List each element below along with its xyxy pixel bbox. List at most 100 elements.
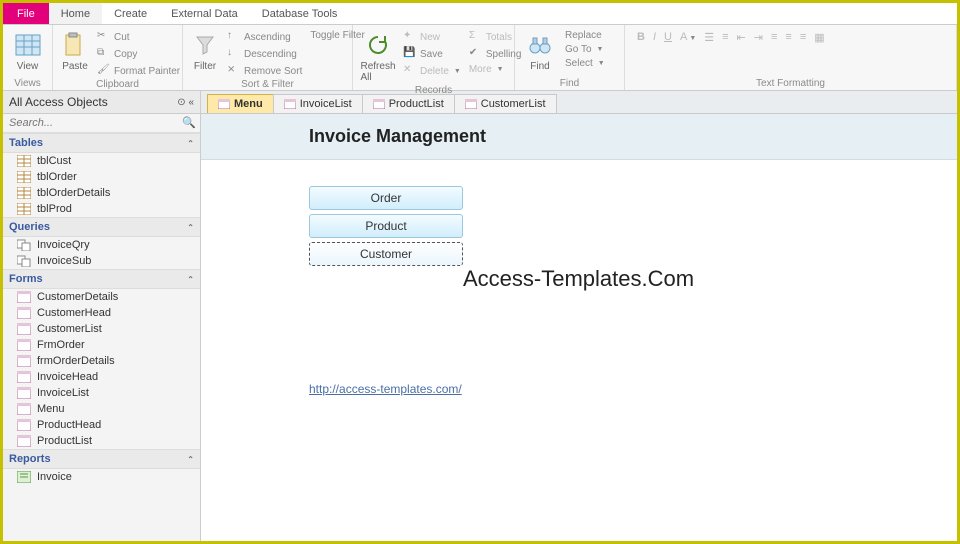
- paste-icon: [61, 31, 89, 59]
- save-record-button[interactable]: 💾Save: [401, 46, 463, 62]
- file-tab[interactable]: File: [3, 3, 49, 24]
- align-left-button[interactable]: ≡: [771, 31, 777, 43]
- save-icon: 💾: [403, 47, 417, 61]
- totals-icon: Σ: [469, 30, 483, 44]
- form-body: Order Product Customer: [201, 160, 957, 266]
- ribbon-group-text-formatting: B I U A▼ ☰ ≡ ⇤ ⇥ ≡ ≡ ≡ ▦ Text Formatting: [625, 25, 957, 90]
- nav-item[interactable]: CustomerHead: [3, 305, 200, 321]
- nav-header[interactable]: All Access Objects ⊙ «: [3, 91, 200, 114]
- format-painter-label: Format Painter: [114, 66, 180, 77]
- nav-item[interactable]: Invoice: [3, 469, 200, 485]
- nav-item[interactable]: InvoiceHead: [3, 369, 200, 385]
- sort-desc-icon: ↓: [227, 47, 241, 61]
- copy-button[interactable]: ⧉Copy: [95, 46, 182, 62]
- bold-button[interactable]: B: [637, 31, 645, 43]
- new-record-button[interactable]: ✦New: [401, 29, 463, 45]
- ascending-button[interactable]: ↑Ascending: [225, 29, 304, 45]
- totals-label: Totals: [486, 32, 512, 43]
- filter-button[interactable]: Filter: [189, 29, 221, 74]
- chevron-up-icon: ⌃: [187, 223, 194, 232]
- menu-create[interactable]: Create: [102, 3, 159, 24]
- new-label: New: [420, 32, 440, 43]
- tab-invoicelist[interactable]: InvoiceList: [273, 94, 363, 113]
- nav-item[interactable]: InvoiceQry: [3, 237, 200, 253]
- align-right-button[interactable]: ≡: [800, 31, 806, 43]
- find-button[interactable]: Find: [521, 29, 559, 74]
- nav-item-label: tblProd: [37, 203, 72, 215]
- italic-button[interactable]: I: [653, 31, 656, 43]
- watermark-text: Access-Templates.Com: [463, 266, 694, 292]
- remove-sort-icon: ⨯: [227, 64, 241, 78]
- delete-label: Delete: [420, 66, 449, 77]
- nav-collapse-icon[interactable]: ⊙ «: [177, 97, 194, 108]
- object-icon: [17, 291, 31, 303]
- nav-item[interactable]: frmOrderDetails: [3, 353, 200, 369]
- replace-button[interactable]: Replace: [563, 29, 607, 42]
- nav-item[interactable]: ProductHead: [3, 417, 200, 433]
- nav-item[interactable]: InvoiceSub: [3, 253, 200, 269]
- view-button[interactable]: View: [9, 29, 46, 74]
- nav-item[interactable]: ProductList: [3, 433, 200, 449]
- nav-item-label: Menu: [37, 403, 65, 415]
- select-label: Select: [565, 58, 593, 69]
- refresh-icon: [364, 31, 392, 59]
- nav-title: All Access Objects: [9, 95, 108, 109]
- nav-item[interactable]: InvoiceList: [3, 385, 200, 401]
- indent-increase-button[interactable]: ⇥: [754, 31, 763, 44]
- refresh-all-button[interactable]: Refresh All: [359, 29, 397, 85]
- object-icon: [17, 239, 31, 251]
- nav-item-label: ProductHead: [37, 419, 101, 431]
- menu-home[interactable]: Home: [49, 3, 102, 24]
- search-icon[interactable]: 🔍: [182, 116, 196, 129]
- refresh-label: Refresh All: [361, 61, 396, 83]
- nav-section-tables[interactable]: Tables⌃: [3, 133, 200, 153]
- copy-icon: ⧉: [97, 47, 111, 61]
- delete-record-button[interactable]: ✕Delete▼: [401, 63, 463, 79]
- more-label: More: [469, 64, 492, 75]
- nav-section-forms[interactable]: Forms⌃: [3, 269, 200, 289]
- order-button[interactable]: Order: [309, 186, 463, 210]
- group-label-clipboard: Clipboard: [59, 79, 176, 91]
- chevron-up-icon: ⌃: [187, 139, 194, 148]
- search-input[interactable]: [3, 114, 200, 132]
- nav-item[interactable]: tblCust: [3, 153, 200, 169]
- select-button[interactable]: Select▼: [563, 57, 607, 70]
- nav-item[interactable]: Menu: [3, 401, 200, 417]
- nav-section-reports[interactable]: Reports⌃: [3, 449, 200, 469]
- tab-menu[interactable]: Menu: [207, 94, 274, 113]
- menu-database-tools[interactable]: Database Tools: [250, 3, 350, 24]
- align-center-button[interactable]: ≡: [785, 31, 791, 43]
- group-label-find: Find: [521, 78, 618, 90]
- new-icon: ✦: [403, 30, 417, 44]
- filter-icon: [191, 31, 219, 59]
- gridlines-button[interactable]: ▦: [814, 31, 824, 44]
- nav-section-queries[interactable]: Queries⌃: [3, 217, 200, 237]
- remove-sort-button[interactable]: ⨯Remove Sort: [225, 63, 304, 79]
- numbering-button[interactable]: ≡: [722, 31, 728, 43]
- customer-button[interactable]: Customer: [309, 242, 463, 266]
- paste-label: Paste: [62, 61, 88, 72]
- goto-button[interactable]: Go To▼: [563, 43, 607, 56]
- cut-button[interactable]: ✂Cut: [95, 29, 182, 45]
- nav-item-label: tblCust: [37, 155, 71, 167]
- indent-decrease-button[interactable]: ⇤: [737, 31, 746, 44]
- object-icon: [17, 403, 31, 415]
- format-painter-button[interactable]: 🖌Format Painter: [95, 63, 182, 79]
- nav-item[interactable]: tblOrder: [3, 169, 200, 185]
- menu-external-data[interactable]: External Data: [159, 3, 250, 24]
- descending-button[interactable]: ↓Descending: [225, 46, 304, 62]
- bullets-button[interactable]: ☰: [704, 31, 714, 44]
- product-button[interactable]: Product: [309, 214, 463, 238]
- nav-item[interactable]: tblOrderDetails: [3, 185, 200, 201]
- nav-item[interactable]: tblProd: [3, 201, 200, 217]
- nav-item[interactable]: CustomerDetails: [3, 289, 200, 305]
- nav-item-label: tblOrder: [37, 171, 77, 183]
- find-label: Find: [530, 61, 549, 72]
- template-link[interactable]: http://access-templates.com/: [309, 382, 462, 396]
- nav-item[interactable]: FrmOrder: [3, 337, 200, 353]
- nav-item-label: frmOrderDetails: [37, 355, 115, 367]
- underline-button[interactable]: U: [664, 31, 672, 43]
- nav-item[interactable]: CustomerList: [3, 321, 200, 337]
- font-color-button[interactable]: A▼: [680, 31, 696, 43]
- paste-button[interactable]: Paste: [59, 29, 91, 74]
